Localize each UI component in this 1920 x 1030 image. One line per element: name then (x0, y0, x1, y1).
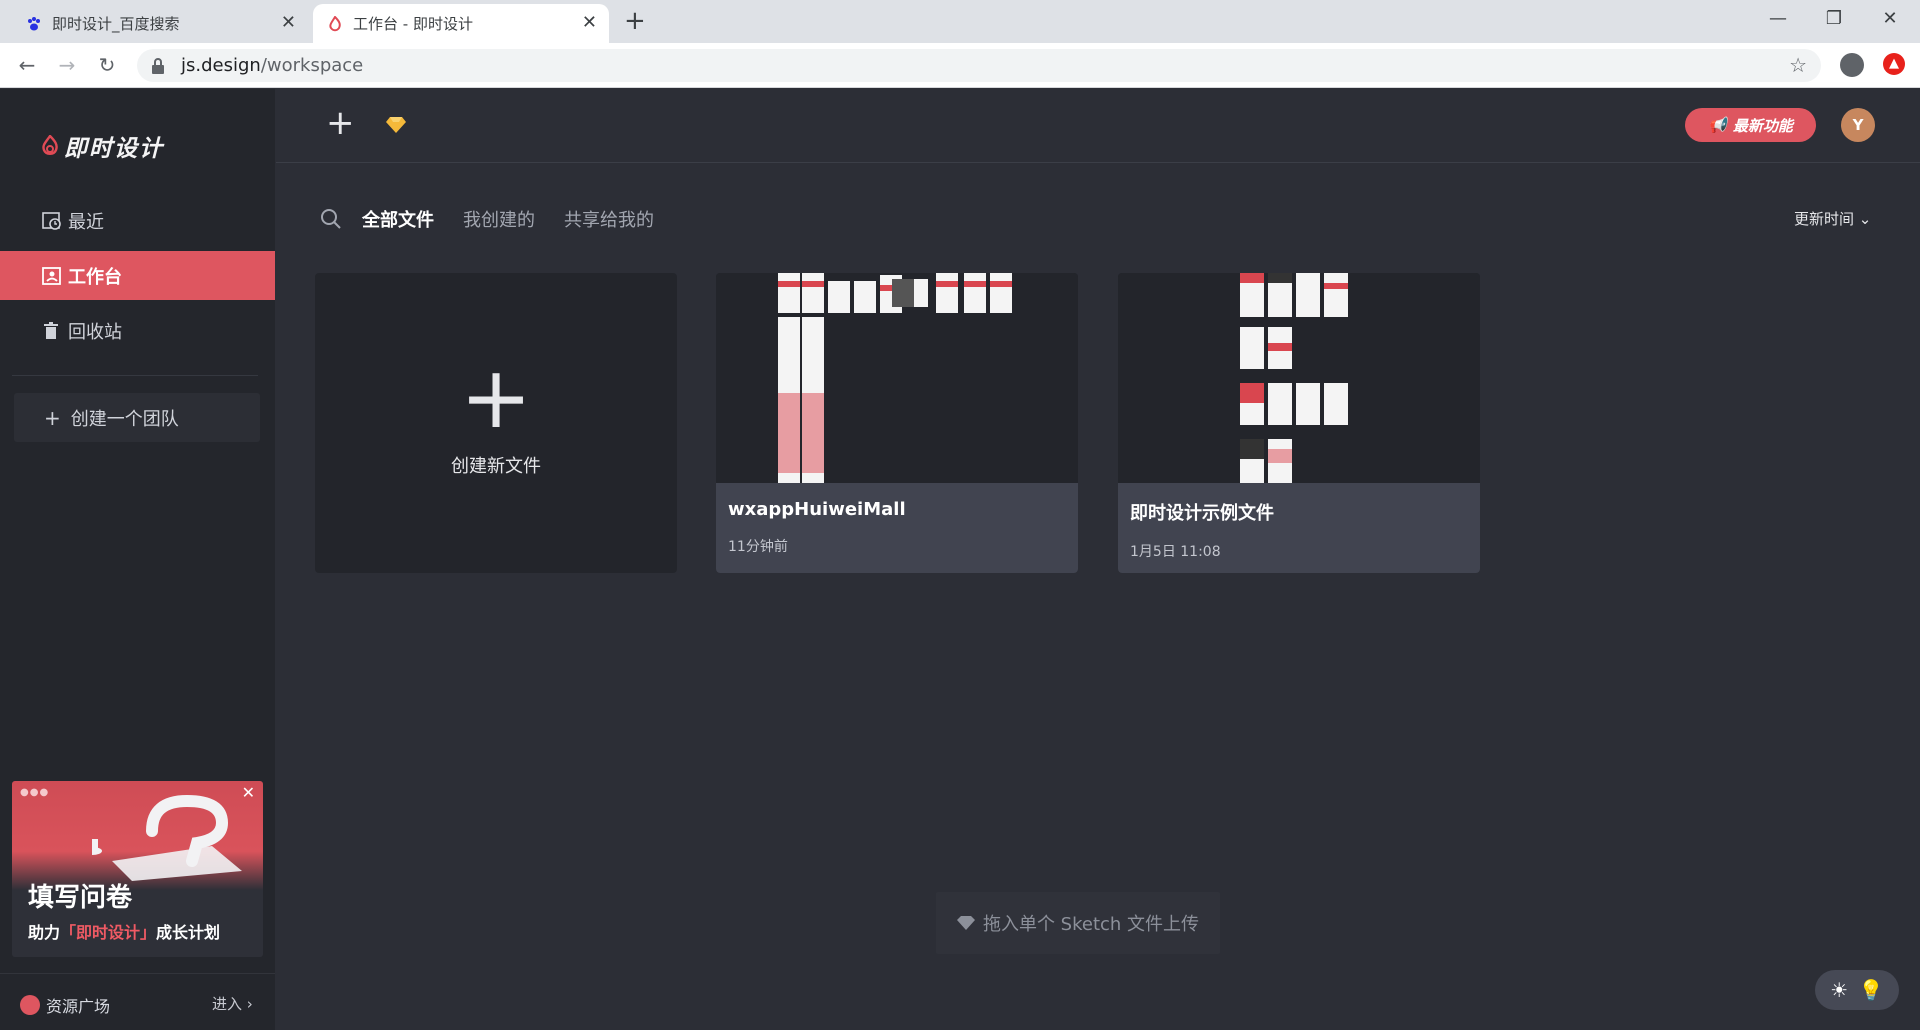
theme-help-toggle: ☀ 💡 (1815, 970, 1899, 1010)
file-card[interactable]: wxappHuiweiMall 11分钟前 (716, 273, 1078, 573)
tab-title: 即时设计_百度搜索 (52, 15, 180, 33)
sidebar: 即时设计 最近 工作台 回收站 + 创建一个团队 ●●● ✕ 填写问卷 助力「即… (0, 89, 275, 1030)
sidebar-item-label: 最近 (68, 211, 104, 233)
upload-hint-text: 拖入单个 Sketch 文件上传 (982, 914, 1200, 935)
lightbulb-tips-icon[interactable]: 💡 (1859, 978, 1884, 1002)
new-tab-button[interactable]: + (624, 6, 646, 36)
tab-title: 工作台 - 即时设计 (353, 15, 473, 33)
search-icon[interactable] (320, 208, 342, 230)
survey-sub-prefix: 助力 (28, 923, 61, 942)
jsdesign-flame-icon (329, 16, 341, 32)
survey-sub-highlight: 「即时设计」 (60, 923, 157, 942)
app-logo[interactable]: 即时设计 (40, 129, 164, 163)
sidebar-item-label: 工作台 (68, 266, 122, 288)
window-dots-icon: ●●● (20, 787, 50, 798)
file-info: wxappHuiweiMall 11分钟前 (716, 483, 1078, 573)
browser-toolbar: ← → ↻ js.design/workspace ☆ ▲ (0, 43, 1920, 88)
tab-created-by-me[interactable]: 我创建的 (463, 206, 535, 232)
lock-icon (152, 57, 164, 74)
create-team-label: 创建一个团队 (70, 408, 179, 430)
chevron-down-icon: ⌄ (1858, 210, 1872, 228)
close-tab-icon[interactable]: ✕ (582, 12, 597, 34)
tab-shared-with-me[interactable]: 共享给我的 (564, 206, 654, 232)
survey-banner[interactable]: ●●● ✕ 填写问卷 助力「即时设计」成长计划 (12, 781, 263, 957)
sun-theme-icon[interactable]: ☀ (1830, 978, 1848, 1002)
baidu-paw-icon (28, 17, 40, 31)
recent-clock-icon (42, 211, 62, 231)
reload-icon[interactable]: ↻ (92, 50, 122, 80)
browser-tab-workspace[interactable]: 工作台 - 即时设计 ✕ (313, 4, 609, 43)
user-avatar[interactable]: Y (1841, 108, 1875, 142)
file-name: wxappHuiweiMall (728, 499, 906, 520)
survey-subtitle: 助力「即时设计」成长计划 (28, 919, 220, 943)
sidebar-item-trash[interactable]: 回收站 (0, 306, 275, 355)
sort-label: 更新时间 (1794, 210, 1855, 228)
url-host: js.design (181, 55, 261, 76)
sidebar-divider (12, 375, 258, 376)
create-new-file-card[interactable]: + 创建新文件 (315, 273, 677, 573)
file-updated-time: 11分钟前 (728, 539, 788, 555)
plus-icon: + (459, 348, 533, 448)
tab-all-files[interactable]: 全部文件 (362, 206, 434, 232)
new-feature-button[interactable]: 📢 最新功能 (1685, 108, 1816, 142)
workspace-icon (42, 266, 62, 286)
close-tab-icon[interactable]: ✕ (281, 12, 296, 34)
sidebar-item-label: 回收站 (68, 321, 122, 343)
browser-profile-icon[interactable] (1840, 53, 1864, 77)
megaphone-icon: 📢 (1708, 116, 1727, 134)
bookmark-star-icon[interactable]: ☆ (1789, 53, 1807, 77)
compass-icon (20, 995, 40, 1015)
sort-dropdown[interactable]: 更新时间 ⌄ (1794, 208, 1871, 229)
file-thumbnail (716, 273, 1078, 483)
file-filter-tabs: 全部文件 我创建的 共享给我的 (320, 206, 683, 232)
workspace-header: + (276, 89, 1920, 163)
extension-icon[interactable]: ▲ (1883, 53, 1905, 75)
resource-label: 资源广场 (46, 997, 111, 1016)
minimize-window-icon[interactable]: — (1758, 5, 1798, 33)
trash-icon (42, 321, 62, 341)
close-window-icon[interactable]: ✕ (1870, 5, 1910, 33)
address-bar[interactable]: js.design/workspace ☆ (137, 49, 1821, 82)
survey-title: 填写问卷 (28, 883, 133, 913)
create-team-button[interactable]: + 创建一个团队 (14, 393, 260, 442)
file-updated-time: 1月5日 11:08 (1130, 544, 1221, 560)
sidebar-footer-divider (0, 973, 275, 974)
flame-logo-icon (42, 135, 58, 155)
gem-icon[interactable] (386, 116, 406, 134)
back-arrow-icon[interactable]: ← (12, 50, 42, 80)
chevron-right-icon: › (246, 995, 253, 1013)
sketch-upload-dropzone[interactable]: 拖入单个 Sketch 文件上传 (936, 892, 1220, 954)
add-icon[interactable]: + (326, 105, 355, 141)
resource-plaza-link[interactable]: 资源广场 (20, 993, 110, 1017)
restore-window-icon[interactable]: ❐ (1814, 5, 1854, 33)
file-info: 即时设计示例文件 1月5日 11:08 (1118, 483, 1480, 573)
enter-link[interactable]: 进入 › (212, 993, 253, 1014)
forward-arrow-icon[interactable]: → (52, 50, 82, 80)
browser-tab-strip: 即时设计_百度搜索 ✕ 工作台 - 即时设计 ✕ + — ❐ ✕ (0, 0, 1920, 43)
browser-tab-baidu[interactable]: 即时设计_百度搜索 ✕ (12, 4, 308, 43)
new-feature-label: 最新功能 (1732, 116, 1793, 135)
plus-icon: + (44, 405, 61, 430)
enter-label: 进入 (212, 995, 243, 1013)
question-mark-illustration (92, 794, 242, 881)
create-new-file-label: 创建新文件 (451, 456, 541, 477)
survey-sub-suffix: 成长计划 (156, 923, 221, 942)
file-card[interactable]: 即时设计示例文件 1月5日 11:08 (1118, 273, 1480, 573)
logo-text: 即时设计 (64, 136, 164, 162)
sketch-diamond-icon (956, 916, 975, 930)
file-name: 即时设计示例文件 (1130, 503, 1274, 524)
sidebar-item-recent[interactable]: 最近 (0, 196, 275, 245)
file-thumbnail (1118, 273, 1480, 483)
url-path: /workspace (260, 55, 364, 76)
sidebar-item-workspace[interactable]: 工作台 (0, 251, 275, 300)
